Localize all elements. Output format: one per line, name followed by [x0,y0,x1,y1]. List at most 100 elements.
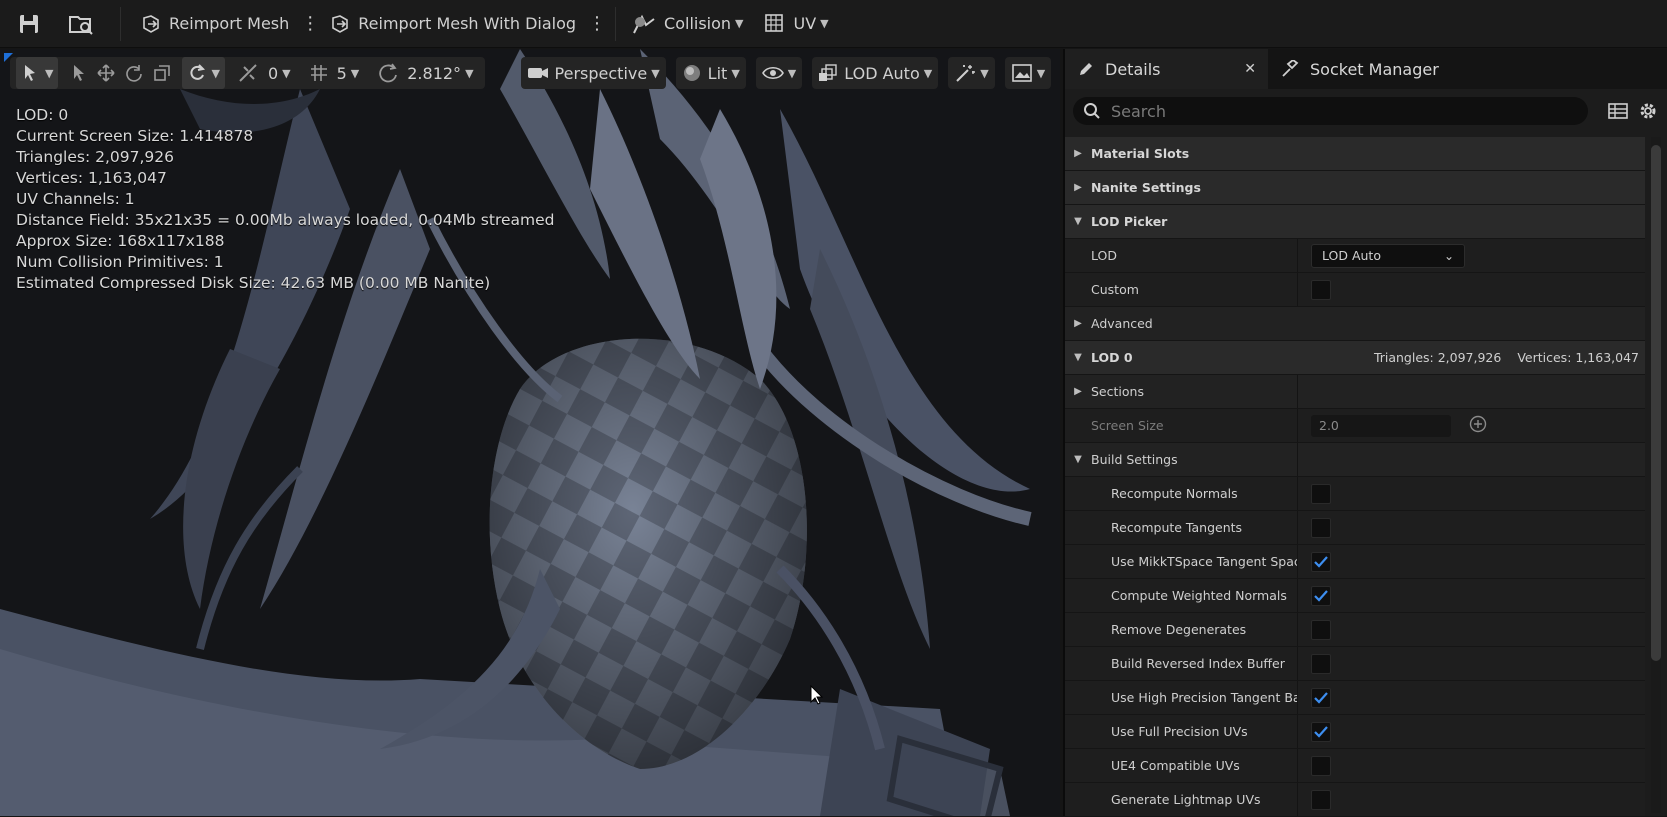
reversed-index-buffer-checkbox[interactable] [1311,653,1331,674]
remove-degenerates-checkbox[interactable] [1311,619,1331,640]
grid-snap-button[interactable]: 5 ▼ [304,57,365,89]
collision-icon [632,13,656,35]
scale-tool-button[interactable] [148,57,176,89]
search-row [1065,89,1667,133]
property-screen-size: Screen Size 2.0 [1065,409,1645,443]
reimport-icon [141,14,161,34]
property-generate-lightmap-uvs: Generate Lightmap UVs [1065,783,1645,817]
category-lod0[interactable]: ▼ LOD 0 Triangles: 2,097,926 Vertices: 1… [1065,341,1645,375]
property-high-precision-tangent: Use High Precision Tangent Basis [1065,681,1645,715]
category-label: Nanite Settings [1091,180,1201,195]
search-icon [1083,102,1101,120]
lod-select-value: LOD Auto [1322,248,1381,263]
stat-triangles: Triangles: 2,097,926 [16,148,174,166]
property-label: Build Reversed Index Buffer [1111,656,1285,671]
details-rows: ▶ Material Slots ▶ Nanite Settings ▼ LOD… [1065,137,1645,817]
lod-dropdown[interactable]: LOD Auto ▼ [812,57,939,89]
search-input[interactable] [1109,100,1549,122]
rotation-snap-button[interactable]: 2.812° ▼ [372,57,478,89]
lighting-dropdown[interactable]: Lit ▼ [675,57,746,89]
reimport-dialog-icon [330,14,350,34]
property-ue4-compatible-uvs: UE4 Compatible UVs [1065,749,1645,783]
viewport-stats-overlay: LOD: 0 Current Screen Size: 1.414878 Tri… [16,105,555,294]
category-label: Advanced [1091,316,1153,331]
screen-size-field[interactable]: 2.0 [1311,414,1451,437]
chevron-down-icon: ▼ [465,66,474,80]
snap-count: 0 [267,63,279,83]
reimport-mesh-button[interactable]: Reimport Mesh [125,0,295,48]
generate-lightmap-uvs-checkbox[interactable] [1311,789,1331,810]
expand-arrow-icon: ▶ [1074,386,1082,397]
lod-select[interactable]: LOD Auto ⌄ [1311,243,1465,268]
show-flags-dropdown[interactable]: ▼ [755,57,803,89]
stat-vertices: Vertices: 1,163,047 [16,169,167,187]
category-lod-picker[interactable]: ▼ LOD Picker [1065,205,1645,239]
recompute-tangents-checkbox[interactable] [1311,517,1331,538]
uv-menu[interactable]: UV ▼ [750,0,835,48]
chevron-down-icon: ▼ [1036,66,1046,80]
save-icon [18,13,40,35]
collision-menu[interactable]: Collision ▼ [620,0,749,48]
table-view-icon[interactable] [1608,102,1628,120]
uv-label: UV [793,14,817,33]
view-mode-label: Perspective [554,63,648,83]
stat-collision-primitives: Num Collision Primitives: 1 [16,253,224,271]
category-nanite-settings[interactable]: ▶ Nanite Settings [1065,171,1645,205]
high-precision-tangent-checkbox[interactable] [1311,687,1331,708]
full-precision-uvs-checkbox[interactable] [1311,721,1331,742]
realtime-options-dropdown[interactable]: ▼ [948,57,995,89]
grid-snap-icon [309,63,329,83]
reimport-dialog-button[interactable]: Reimport Mesh With Dialog [324,0,582,48]
browse-button[interactable] [46,0,100,48]
weighted-normals-checkbox[interactable] [1311,585,1331,606]
chevron-down-icon: ▼ [820,17,829,30]
ue4-compatible-uvs-checkbox[interactable] [1311,755,1331,776]
category-sections[interactable]: ▶ Sections [1065,375,1645,409]
select-mode-icon [21,63,41,83]
rotate-tool-button[interactable] [120,57,148,89]
property-label: Generate Lightmap UVs [1111,792,1261,807]
tab-socket-manager-label: Socket Manager [1310,59,1439,79]
stat-distance-field: Distance Field: 35x21x35 = 0.00Mb always… [16,211,555,229]
mesh-viewport[interactable]: ▼ ▼ 0 ▼ 5 ▼ 2.812° ▼ Perspective ▼ Lit ▼… [0,49,1060,816]
custom-checkbox[interactable] [1311,279,1331,300]
gear-icon[interactable] [1638,101,1658,121]
coordinate-space-button[interactable]: ▼ [182,57,225,89]
tab-socket-manager[interactable]: Socket Manager [1268,49,1451,89]
chevron-down-icon: ▼ [923,66,933,80]
category-advanced[interactable]: ▶ Advanced [1065,307,1645,341]
reimport-mesh-label: Reimport Mesh [169,14,290,33]
surface-snap-icon [238,63,260,83]
category-build-settings[interactable]: ▼ Build Settings [1065,443,1645,477]
mikktspace-checkbox[interactable] [1311,551,1331,572]
add-icon[interactable] [1469,415,1487,436]
reimport-options-icon[interactable]: ⋮ [295,0,324,48]
category-label: Build Settings [1091,452,1178,467]
select-mode-button[interactable]: ▼ [16,57,59,89]
check-icon [1314,555,1328,568]
details-scrollbar-thumb[interactable] [1651,145,1661,661]
chevron-down-icon: ▼ [787,66,797,80]
category-material-slots[interactable]: ▶ Material Slots [1065,137,1645,171]
select-tool-button[interactable] [66,57,92,89]
surface-snap-button[interactable]: 0 ▼ [233,57,296,89]
lighting-label: Lit [707,63,728,83]
lod-icon [818,63,838,83]
cursor-icon [71,64,87,82]
reimport-dialog-options-icon[interactable]: ⋮ [582,0,611,48]
property-label: UE4 Compatible UVs [1111,758,1240,773]
recompute-normals-checkbox[interactable] [1311,483,1331,504]
save-button[interactable] [0,0,46,48]
property-full-precision-uvs: Use Full Precision UVs [1065,715,1645,749]
view-mode-dropdown[interactable]: Perspective ▼ [520,57,666,89]
tab-details[interactable]: Details ✕ [1065,49,1268,89]
translate-tool-button[interactable] [92,57,120,89]
close-icon[interactable]: ✕ [1244,61,1256,77]
property-label: Screen Size [1091,418,1164,433]
viewport-layout-dropdown[interactable]: ▼ [1004,57,1052,89]
category-label: LOD Picker [1091,214,1168,229]
socket-icon [1280,60,1300,78]
expand-arrow-icon: ▶ [1074,318,1082,329]
stat-lod: LOD: 0 [16,106,69,124]
lod0-triangles: Triangles: 2,097,926 [1373,350,1502,365]
